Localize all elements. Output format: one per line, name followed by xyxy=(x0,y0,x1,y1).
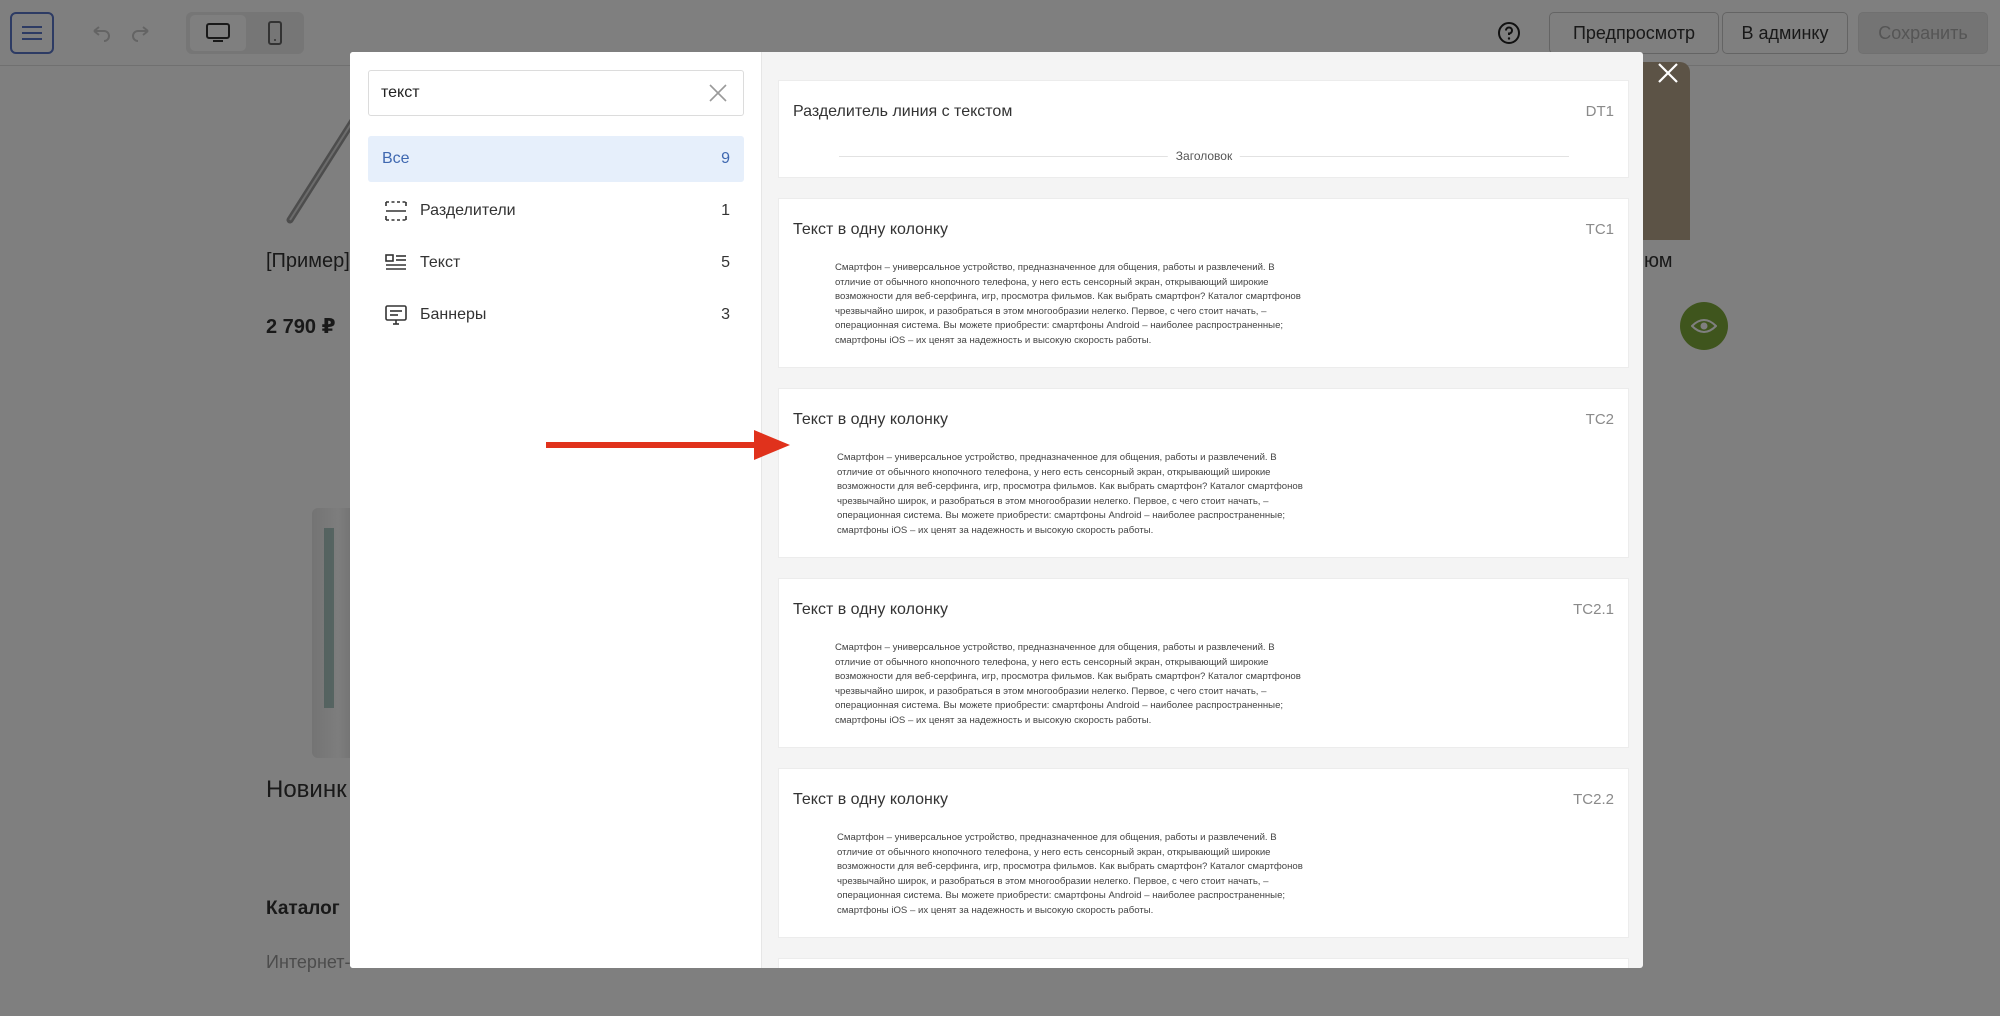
block-text-preview: Смартфон – универсальное устройство, пре… xyxy=(835,642,1301,726)
block-title: Текст в одну колонку xyxy=(793,791,948,808)
block-code: TC2.1 xyxy=(1573,601,1614,618)
block-text-preview: Смартфон – универсальное устройство, пре… xyxy=(837,832,1303,916)
block-card-tc2-1[interactable]: Текст в одну колонку TC2.1 Смартфон – ун… xyxy=(778,578,1629,748)
block-title: Разделитель линия с текстом xyxy=(793,103,1013,120)
category-count: 5 xyxy=(721,254,730,271)
block-code: DT1 xyxy=(1585,103,1614,120)
block-card-dt1[interactable]: Разделитель линия с текстом DT1 Заголово… xyxy=(778,80,1629,178)
banner-icon xyxy=(385,305,407,325)
block-code: TC1 xyxy=(1585,221,1614,238)
search-input[interactable] xyxy=(381,71,681,115)
block-card-tc2[interactable]: Текст в одну колонку TC2 Смартфон – унив… xyxy=(778,388,1629,558)
block-card-tc2-2[interactable]: Текст в одну колонку TC2.2 Смартфон – ун… xyxy=(778,768,1629,938)
category-all[interactable]: Все 9 xyxy=(368,136,744,182)
annotation-arrow-icon xyxy=(546,430,790,460)
category-dividers[interactable]: Разделители 1 xyxy=(368,188,744,234)
search-box xyxy=(368,70,744,116)
category-text[interactable]: Текст 5 xyxy=(368,240,744,286)
divider-label: Заголовок xyxy=(1167,149,1241,163)
block-text-preview: Смартфон – универсальное устройство, пре… xyxy=(835,262,1301,346)
block-title: Текст в одну колонку xyxy=(793,411,948,428)
block-list: Разделитель линия с текстом DT1 Заголово… xyxy=(762,52,1643,968)
category-sidebar: Все 9 Разделители 1 Текст 5 xyxy=(350,52,762,968)
close-icon[interactable] xyxy=(1653,58,1683,88)
block-library-modal: Все 9 Разделители 1 Текст 5 xyxy=(350,52,1643,968)
category-count: 9 xyxy=(721,150,730,167)
category-count: 3 xyxy=(721,306,730,323)
divider-icon xyxy=(385,201,407,221)
category-label: Все xyxy=(382,150,410,167)
text-icon xyxy=(385,254,406,270)
block-title: Текст в одну колонку xyxy=(793,601,948,618)
block-text-preview: Смартфон – универсальное устройство, пре… xyxy=(837,452,1303,536)
category-banners[interactable]: Баннеры 3 xyxy=(368,292,744,338)
block-title: Текст в одну колонку xyxy=(793,221,948,238)
category-count: 1 xyxy=(721,202,730,219)
category-label: Баннеры xyxy=(420,306,487,323)
category-label: Разделители xyxy=(420,202,516,219)
block-code: TC2.2 xyxy=(1573,791,1614,808)
clear-search-icon[interactable] xyxy=(707,82,729,104)
divider-preview: Заголовок xyxy=(839,149,1569,163)
block-code: TC2 xyxy=(1585,411,1614,428)
block-card-next[interactable] xyxy=(778,958,1629,968)
block-card-tc1[interactable]: Текст в одну колонку TC1 Смартфон – унив… xyxy=(778,198,1629,368)
category-label: Текст xyxy=(420,254,461,271)
